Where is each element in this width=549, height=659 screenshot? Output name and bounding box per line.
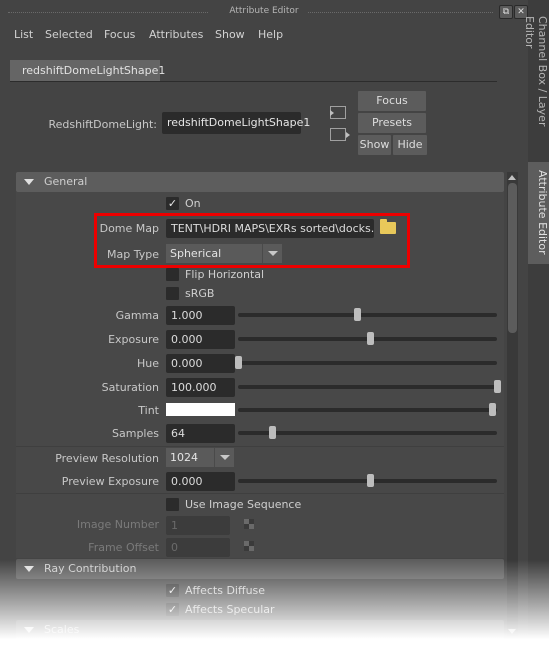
window-title: Attribute Editor xyxy=(221,6,307,16)
keyframe-checker-icon xyxy=(244,541,254,551)
srgb-label: sRGB xyxy=(185,287,215,300)
section-title: Scales xyxy=(44,623,80,636)
slider-thumb[interactable] xyxy=(488,403,496,416)
general-section-header[interactable]: General xyxy=(16,172,504,192)
collapse-triangle-icon xyxy=(24,627,34,633)
menu-show[interactable]: Show xyxy=(215,28,245,41)
section-title: General xyxy=(44,175,88,188)
tab-attribute-editor[interactable]: Attribute Editor xyxy=(528,162,549,264)
on-checkbox[interactable]: ✓ xyxy=(166,197,179,210)
preview-resolution-value: 1024 xyxy=(170,451,198,464)
use-image-sequence-label: Use Image Sequence xyxy=(185,498,302,511)
slider-thumb[interactable] xyxy=(367,474,375,487)
slider-thumb[interactable] xyxy=(367,332,375,345)
show-button[interactable]: Show xyxy=(358,135,391,155)
node-name-field[interactable]: redshiftDomeLightShape1 xyxy=(162,112,310,134)
preview-exposure-field[interactable]: 0.000 xyxy=(166,472,235,491)
exposure-field[interactable]: 0.000 xyxy=(166,330,235,349)
frame-offset-label: Frame Offset xyxy=(88,541,159,554)
scroll-up-arrow-icon[interactable] xyxy=(508,175,516,180)
output-connections-icon[interactable] xyxy=(330,128,350,141)
menu-bar: List Selected Focus Attributes Show Help xyxy=(0,24,528,46)
gamma-slider[interactable] xyxy=(238,308,497,321)
preview-exposure-slider[interactable] xyxy=(238,474,497,487)
menu-list[interactable]: List xyxy=(14,28,33,41)
presets-button[interactable]: Presets xyxy=(358,113,426,133)
vertical-scrollbar[interactable] xyxy=(507,172,518,637)
saturation-label: Saturation xyxy=(101,381,159,394)
image-number-label: Image Number xyxy=(76,518,159,531)
saturation-field[interactable]: 100.000 xyxy=(166,378,235,397)
ray-contribution-section-header[interactable]: Ray Contribution xyxy=(16,559,504,579)
affects-specular-label: Affects Specular xyxy=(185,603,275,616)
tab-redshiftDomeLightShape1[interactable]: redshiftDomeLightShape1 xyxy=(10,60,165,81)
slider-thumb[interactable] xyxy=(354,308,362,321)
section-title: Ray Contribution xyxy=(44,562,137,575)
input-connections-icon[interactable] xyxy=(330,106,346,119)
slider-thumb[interactable] xyxy=(235,356,242,369)
slider-thumb[interactable] xyxy=(268,426,276,439)
window-title-bar[interactable]: Attribute Editor ⧉ ✕ xyxy=(0,0,528,24)
node-tab-bar: redshiftDomeLightShape1 xyxy=(10,60,497,82)
samples-label: Samples xyxy=(112,427,159,440)
menu-selected[interactable]: Selected xyxy=(45,28,93,41)
samples-slider[interactable] xyxy=(238,426,497,439)
tint-color-swatch[interactable] xyxy=(166,403,235,416)
scroll-down-arrow-icon[interactable] xyxy=(508,629,516,634)
affects-specular-checkbox[interactable]: ✓ xyxy=(166,603,179,616)
srgb-checkbox[interactable] xyxy=(166,287,179,300)
on-label: On xyxy=(185,197,201,210)
divider xyxy=(16,446,504,447)
tab-channel-box-layer-editor[interactable]: Channel Box / Layer Editor xyxy=(523,8,549,160)
hue-field[interactable]: 0.000 xyxy=(166,354,235,373)
affects-diffuse-label: Affects Diffuse xyxy=(185,584,266,597)
frame-offset-field: 0 xyxy=(166,538,230,557)
float-window-icon[interactable]: ⧉ xyxy=(499,5,513,19)
menu-attributes[interactable]: Attributes xyxy=(149,28,203,41)
preview-resolution-dropdown[interactable]: 1024 xyxy=(166,448,234,467)
scales-section-header[interactable]: Scales xyxy=(16,620,504,640)
use-image-sequence-checkbox[interactable] xyxy=(166,498,179,511)
preview-resolution-label: Preview Resolution xyxy=(55,452,159,465)
divider xyxy=(16,493,504,494)
saturation-slider[interactable] xyxy=(238,380,501,393)
hide-button[interactable]: Hide xyxy=(393,135,427,155)
menu-focus[interactable]: Focus xyxy=(104,28,135,41)
tint-slider[interactable] xyxy=(238,403,497,416)
tint-label: Tint xyxy=(138,404,159,417)
preview-exposure-label: Preview Exposure xyxy=(61,475,159,488)
scrollbar-thumb[interactable] xyxy=(508,183,517,333)
chevron-down-icon xyxy=(214,448,234,467)
exposure-slider[interactable] xyxy=(238,332,497,345)
keyframe-checker-icon xyxy=(244,519,254,529)
exposure-label: Exposure xyxy=(108,333,159,346)
collapse-triangle-icon xyxy=(24,179,34,185)
hue-slider[interactable] xyxy=(235,356,497,369)
flip-horizontal-label: Flip Horizontal xyxy=(185,268,265,281)
node-type-label: RedshiftDomeLight: xyxy=(48,118,158,131)
affects-diffuse-checkbox[interactable]: ✓ xyxy=(166,584,179,597)
gamma-label: Gamma xyxy=(115,309,159,322)
samples-field[interactable]: 64 xyxy=(166,424,235,443)
hue-label: Hue xyxy=(136,357,159,370)
slider-thumb[interactable] xyxy=(494,380,501,393)
gamma-field[interactable]: 1.000 xyxy=(166,306,235,325)
image-number-field: 1 xyxy=(166,516,230,535)
flip-horizontal-checkbox[interactable] xyxy=(166,268,179,281)
red-highlight-box xyxy=(94,213,410,268)
focus-button[interactable]: Focus xyxy=(358,91,426,111)
collapse-triangle-icon xyxy=(24,566,34,572)
menu-help[interactable]: Help xyxy=(258,28,283,41)
